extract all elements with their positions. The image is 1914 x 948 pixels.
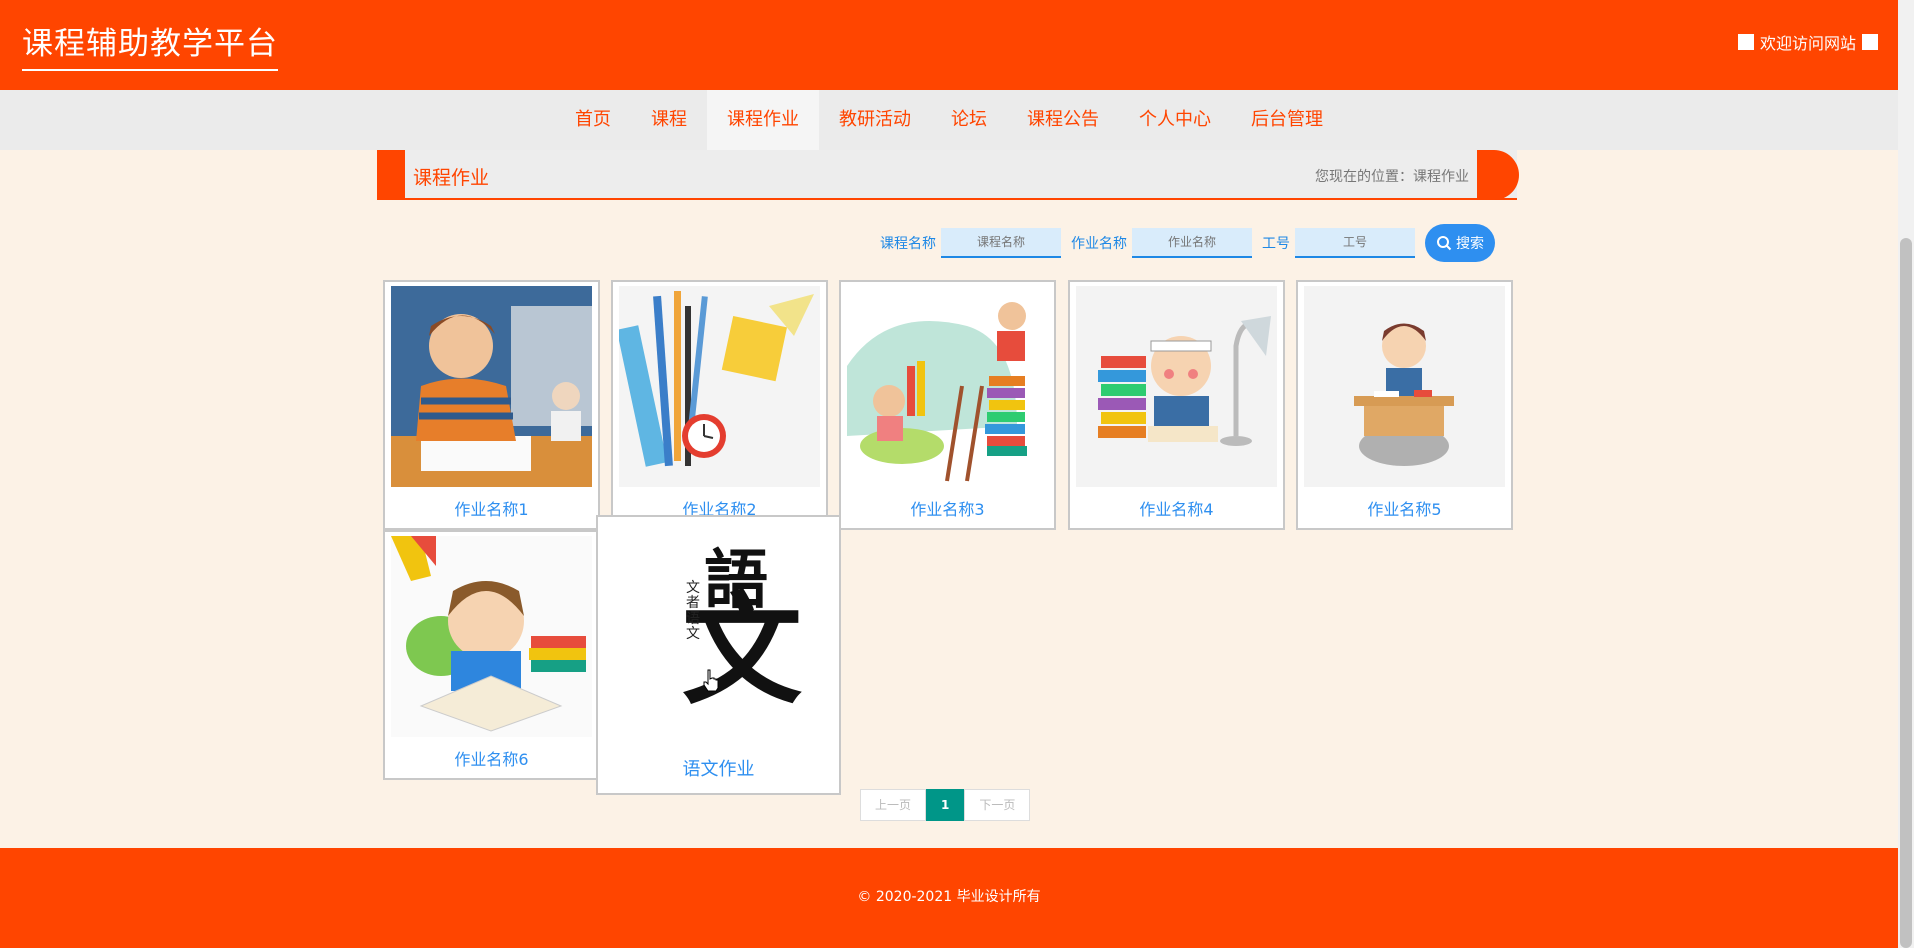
homework-title[interactable]: 语文作业 [598, 755, 839, 781]
staff-id-label: 工号 [1262, 236, 1290, 252]
homework-title[interactable]: 作业名称3 [841, 496, 1054, 520]
site-title[interactable]: 课程辅助教学平台 [22, 18, 278, 71]
nav-item-admin[interactable]: 后台管理 [1231, 90, 1343, 150]
nav-item-notices[interactable]: 课程公告 [1007, 90, 1119, 150]
homework-card[interactable]: 作业名称5 [1296, 280, 1513, 530]
search-button[interactable]: 搜索 [1425, 224, 1495, 262]
homework-thumbnail[interactable] [619, 286, 820, 487]
pagination: 上一页 1 下一页 [860, 789, 1031, 821]
homework-name-label: 作业名称 [1071, 236, 1127, 252]
main-nav: 首页 课程 课程作业 教研活动 论坛 课程公告 个人中心 后台管理 [0, 90, 1898, 150]
homework-card[interactable]: 作业名称6 [383, 530, 600, 780]
search-button-label: 搜索 [1456, 235, 1484, 251]
homework-thumbnail[interactable] [391, 286, 592, 487]
homework-title[interactable]: 作业名称4 [1070, 496, 1283, 520]
nav-item-homework[interactable]: 课程作业 [707, 90, 819, 150]
breadcrumb-accent-left [377, 150, 405, 200]
welcome-text: 欢迎访问网站 [1759, 34, 1856, 53]
staff-id-input[interactable] [1295, 228, 1415, 258]
breadcrumb: 您现在的位置：课程作业 [1315, 169, 1469, 185]
homework-thumbnail[interactable] [1076, 286, 1277, 487]
nav-item-home[interactable]: 首页 [555, 90, 631, 150]
footer: © 2020-2021 毕业设计所有 [0, 848, 1898, 948]
course-name-label: 课程名称 [880, 236, 936, 252]
nav-item-forum[interactable]: 论坛 [931, 90, 1007, 150]
square-icon [1737, 34, 1754, 50]
calligraphy-small-text: 文者 语文 [686, 580, 700, 643]
nav-item-profile[interactable]: 个人中心 [1119, 90, 1231, 150]
next-page-button[interactable]: 下一页 [964, 789, 1031, 821]
scrollbar-track[interactable] [1898, 0, 1914, 948]
homework-title[interactable]: 作业名称5 [1298, 496, 1511, 520]
course-name-input[interactable] [941, 228, 1061, 258]
search-form: 课程名称 作业名称 工号 搜索 [870, 224, 1495, 262]
homework-card[interactable]: 作业名称4 [1068, 280, 1285, 530]
scrollbar-thumb[interactable] [1900, 238, 1912, 948]
homework-card-hovered[interactable]: 語 文 文者 语文 语文作业 [596, 515, 841, 795]
homework-thumbnail[interactable] [391, 536, 592, 737]
homework-thumbnail[interactable] [847, 286, 1048, 487]
nav-item-courses[interactable]: 课程 [631, 90, 707, 150]
homework-thumbnail[interactable]: 語 文 文者 语文 [604, 521, 833, 747]
nav-item-research[interactable]: 教研活动 [819, 90, 931, 150]
homework-card[interactable]: 作业名称2 [611, 280, 828, 530]
prev-page-button[interactable]: 上一页 [860, 789, 927, 821]
homework-thumbnail[interactable] [1304, 286, 1505, 487]
homework-title[interactable]: 作业名称6 [385, 746, 598, 770]
page-title: 课程作业 [413, 167, 490, 189]
search-icon [1437, 236, 1452, 251]
homework-title[interactable]: 作业名称1 [385, 496, 598, 520]
breadcrumb-accent-right [1477, 150, 1519, 200]
header: 课程辅助教学平台 欢迎访问网站 [0, 0, 1898, 90]
homework-card[interactable]: 作业名称3 [839, 280, 1056, 530]
welcome-area: 欢迎访问网站 [1737, 30, 1878, 54]
current-page[interactable]: 1 [926, 789, 965, 821]
breadcrumb-bar: 课程作业 您现在的位置：课程作业 [377, 150, 1519, 200]
copyright-text: © 2020-2021 毕业设计所有 [857, 889, 1041, 905]
homework-card[interactable]: 作业名称1 [383, 280, 600, 530]
cursor-hand-icon [703, 669, 719, 692]
square-icon [1862, 34, 1878, 50]
homework-name-input[interactable] [1132, 228, 1252, 258]
